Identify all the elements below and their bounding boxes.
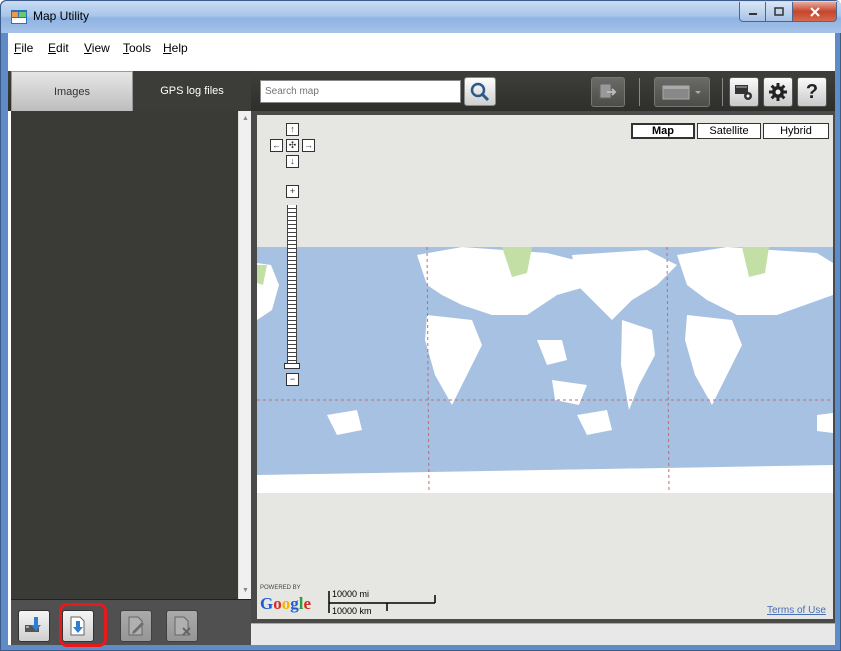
delete-button[interactable] — [166, 610, 198, 642]
tools-settings-icon — [735, 85, 752, 100]
map-view[interactable]: Map Satellite Hybrid ↑ ← ✣ → ↓ + − POWER… — [257, 115, 833, 619]
zoom-out-icon[interactable]: − — [286, 373, 299, 386]
map-type-map[interactable]: Map — [631, 123, 695, 139]
search-button[interactable] — [464, 77, 496, 106]
terms-of-use-link[interactable]: Terms of Use — [767, 605, 826, 616]
client-area: File Edit View Tools Help Images GPS log… — [8, 33, 835, 647]
minimize-button[interactable] — [739, 2, 766, 22]
scroll-down-icon[interactable]: ▼ — [242, 587, 249, 594]
menu-help[interactable]: Help — [163, 41, 188, 55]
window-dropdown-button[interactable] — [654, 77, 710, 107]
search-icon — [470, 82, 490, 101]
window-dropdown-icon — [662, 85, 701, 100]
help-icon: ? — [805, 80, 819, 103]
tab-images[interactable]: Images — [11, 71, 133, 111]
zoom-slider[interactable] — [287, 205, 297, 367]
pan-right-icon[interactable]: → — [302, 139, 315, 152]
help-button[interactable]: ? — [797, 77, 827, 107]
highlight-ring — [59, 603, 107, 647]
powered-by-label: POWERED BY — [260, 585, 301, 591]
maximize-button[interactable] — [766, 2, 793, 22]
delete-icon — [174, 616, 191, 636]
menu-view[interactable]: View — [84, 41, 110, 55]
pan-center-icon[interactable]: ✣ — [286, 139, 299, 152]
pan-down-icon[interactable]: ↓ — [286, 155, 299, 168]
menu-file[interactable]: File — [14, 41, 33, 55]
gps-log-file-list[interactable] — [11, 111, 238, 599]
close-icon — [809, 6, 820, 17]
scale-miles: 10000 mi — [332, 589, 370, 599]
tools-settings-button[interactable] — [729, 77, 759, 107]
pan-left-icon[interactable]: ← — [270, 139, 283, 152]
google-logo: Google — [260, 594, 312, 613]
maximize-icon — [774, 7, 784, 16]
scroll-up-icon[interactable]: ▲ — [242, 115, 249, 122]
settings-button[interactable] — [763, 77, 793, 107]
file-actions-bar — [11, 599, 251, 645]
zoom-in-icon[interactable]: + — [286, 185, 299, 198]
export-button[interactable] — [591, 77, 625, 107]
toolbar-separator — [722, 78, 723, 106]
toolbar: Images GPS log files Search map ? — [8, 71, 835, 111]
map-type-satellite[interactable]: Satellite — [697, 123, 761, 139]
world-map — [257, 246, 833, 494]
app-icon — [11, 10, 27, 24]
menu-tools[interactable]: Tools — [123, 41, 151, 55]
close-button[interactable] — [793, 2, 837, 22]
import-images-icon — [25, 617, 41, 632]
menu-bar: File Edit View Tools Help — [8, 37, 835, 59]
gear-icon — [769, 83, 787, 101]
minimize-icon — [748, 12, 757, 15]
app-window: Map Utility File Edit View Tools Help Im… — [0, 0, 841, 651]
import-images-button[interactable] — [18, 610, 50, 642]
export-icon — [599, 83, 617, 99]
status-bar — [251, 623, 835, 645]
edit-button[interactable] — [120, 610, 152, 642]
scale-kilometers: 10000 km — [332, 606, 372, 616]
search-input[interactable] — [260, 80, 461, 103]
zoom-slider-handle[interactable] — [284, 363, 300, 369]
toolbar-separator — [639, 78, 640, 106]
title-bar[interactable]: Map Utility — [1, 1, 841, 33]
menu-edit[interactable]: Edit — [48, 41, 69, 55]
map-type-hybrid[interactable]: Hybrid — [763, 123, 829, 139]
window-title: Map Utility — [33, 9, 90, 23]
tab-gps-log-files[interactable]: GPS log files — [133, 71, 251, 111]
edit-icon — [128, 616, 144, 636]
pan-up-icon[interactable]: ↑ — [286, 123, 299, 136]
scrollbar[interactable]: ▲ ▼ — [238, 111, 251, 599]
